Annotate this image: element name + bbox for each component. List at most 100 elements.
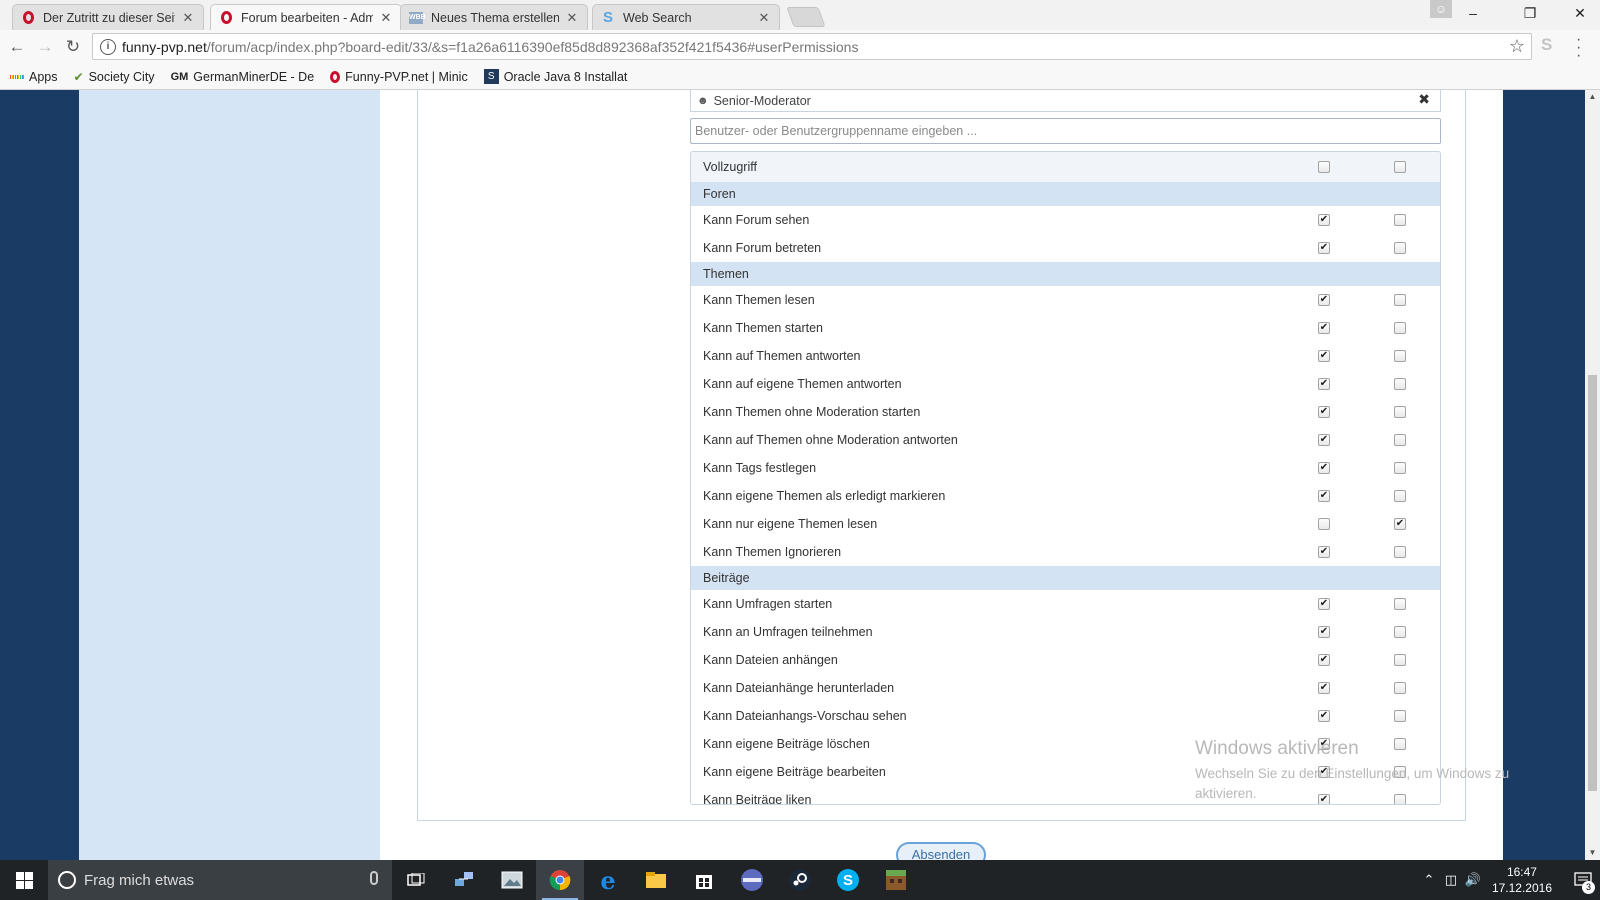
steam-icon[interactable] [776, 860, 824, 900]
chrome-icon[interactable] [536, 860, 584, 900]
action-center-icon[interactable]: 3 [1566, 860, 1600, 900]
permission-deny-checkbox[interactable] [1394, 294, 1406, 306]
permission-deny-checkbox[interactable] [1394, 378, 1406, 390]
browser-tab[interactable]: WBB Neues Thema erstellen - ✕ [400, 4, 588, 30]
reload-icon[interactable]: ↻ [62, 36, 84, 58]
permission-deny-checkbox[interactable] [1394, 766, 1406, 778]
permission-deny-checkbox[interactable] [1394, 350, 1406, 362]
network-app-icon[interactable] [440, 860, 488, 900]
start-button[interactable] [0, 860, 48, 900]
microphone-icon[interactable] [370, 871, 378, 885]
permission-allow-checkbox[interactable]: ✔ [1318, 766, 1330, 778]
media-app-icon[interactable] [728, 860, 776, 900]
scrollbar-thumb[interactable] [1588, 375, 1597, 791]
permission-allow-checkbox[interactable]: ✔ [1318, 598, 1330, 610]
show-hidden-icons-icon[interactable]: ⌃ [1418, 872, 1440, 888]
permission-allow-checkbox[interactable]: ✔ [1318, 322, 1330, 334]
permission-allow-checkbox[interactable]: ✔ [1318, 242, 1330, 254]
cortana-icon [58, 871, 76, 889]
close-tab-icon[interactable]: ✕ [565, 10, 579, 26]
browser-menu-icon[interactable]: · · · [1576, 32, 1581, 64]
permission-allow-checkbox[interactable]: ✔ [1318, 546, 1330, 558]
permission-deny-checkbox[interactable] [1394, 598, 1406, 610]
new-tab-button[interactable] [786, 7, 826, 27]
permission-allow-checkbox[interactable]: ✔ [1318, 654, 1330, 666]
permission-deny-checkbox[interactable] [1394, 738, 1406, 750]
bookmark-society-city[interactable]: ✔ Society City [74, 70, 155, 84]
permission-deny-checkbox[interactable] [1394, 794, 1406, 804]
close-window-button[interactable]: ✕ [1559, 0, 1600, 26]
address-bar[interactable]: i funny-pvp.net/forum/acp/index.php?boar… [92, 33, 1532, 60]
permission-allow-checkbox[interactable]: ✔ [1318, 738, 1330, 750]
permission-deny-checkbox[interactable] [1394, 214, 1406, 226]
remove-group-icon[interactable]: ✖ [1418, 91, 1430, 108]
site-info-icon[interactable]: i [100, 38, 116, 55]
permission-deny-checkbox[interactable] [1394, 682, 1406, 694]
task-view-icon[interactable] [392, 860, 440, 900]
permission-allow-checkbox[interactable]: ✔ [1318, 350, 1330, 362]
permission-label: Kann Themen ohne Moderation starten [703, 405, 921, 419]
bookmark-star-icon[interactable]: ☆ [1509, 36, 1525, 57]
full-access-allow-checkbox[interactable] [1318, 161, 1330, 173]
submit-button[interactable]: Absenden [896, 842, 986, 860]
permission-allow-checkbox[interactable]: ✔ [1318, 214, 1330, 226]
tab-title: Web Search [623, 10, 692, 25]
scroll-up-icon[interactable]: ▲ [1585, 90, 1600, 104]
extension-s-icon[interactable]: S [1541, 35, 1552, 55]
edge-icon[interactable]: e [584, 860, 632, 900]
clock[interactable]: 16:47 17.12.2016 [1492, 864, 1552, 896]
browser-tab[interactable]: Der Zutritt zu dieser Seit ✕ [12, 4, 204, 30]
restore-button[interactable]: ❐ [1509, 0, 1551, 26]
user-group-search-input[interactable] [690, 118, 1441, 144]
permission-deny-checkbox[interactable] [1394, 462, 1406, 474]
file-explorer-icon[interactable] [632, 860, 680, 900]
browser-tab[interactable]: S Web Search ✕ [592, 4, 780, 30]
close-tab-icon[interactable]: ✕ [181, 10, 195, 26]
page-scrollbar[interactable]: ▲ ▼ [1585, 90, 1600, 860]
permission-allow-checkbox[interactable] [1318, 518, 1330, 530]
permission-deny-checkbox[interactable] [1394, 626, 1406, 638]
permission-deny-checkbox[interactable] [1394, 434, 1406, 446]
bookmark-germanminer[interactable]: GM GermanMinerDE - De [171, 70, 315, 84]
bookmark-oracle-java[interactable]: S Oracle Java 8 Installat [483, 69, 627, 84]
profile-icon[interactable]: ☺ [1430, 0, 1452, 18]
bookmark-funny-pvp[interactable]: Funny-PVP.net | Minic [330, 70, 468, 84]
permission-allow-checkbox[interactable]: ✔ [1318, 794, 1330, 804]
volume-icon[interactable]: 🔊 [1462, 872, 1484, 888]
forward-icon[interactable]: → [34, 36, 56, 58]
cortana-search-box[interactable]: Frag mich etwas [48, 860, 392, 900]
close-tab-icon[interactable]: ✕ [757, 10, 771, 26]
photos-icon[interactable] [488, 860, 536, 900]
permission-allow-checkbox[interactable]: ✔ [1318, 378, 1330, 390]
permission-deny-checkbox[interactable]: ✔ [1394, 518, 1406, 530]
store-icon[interactable] [680, 860, 728, 900]
permission-allow-checkbox[interactable]: ✔ [1318, 490, 1330, 502]
permission-deny-checkbox[interactable] [1394, 406, 1406, 418]
permission-allow-checkbox[interactable]: ✔ [1318, 406, 1330, 418]
windows-logo-icon [15, 871, 33, 889]
minimize-button[interactable]: – [1452, 0, 1494, 26]
bookmark-apps[interactable]: Apps [9, 70, 58, 84]
permission-allow-checkbox[interactable]: ✔ [1318, 434, 1330, 446]
permission-deny-checkbox[interactable] [1394, 654, 1406, 666]
permission-allow-checkbox[interactable]: ✔ [1318, 294, 1330, 306]
skype-icon[interactable]: S [824, 860, 872, 900]
browser-tab[interactable]: Forum bearbeiten - Adm ✕ [210, 4, 402, 30]
back-icon[interactable]: ← [6, 36, 28, 58]
permission-deny-checkbox[interactable] [1394, 322, 1406, 334]
permission-deny-checkbox[interactable] [1394, 546, 1406, 558]
permission-allow-checkbox[interactable]: ✔ [1318, 682, 1330, 694]
tab-title: Forum bearbeiten - Adm [241, 10, 373, 25]
permission-deny-checkbox[interactable] [1394, 242, 1406, 254]
selected-group-row[interactable]: ☻ Senior-Moderator ✖ [690, 90, 1441, 112]
full-access-deny-checkbox[interactable] [1394, 161, 1406, 173]
permission-deny-checkbox[interactable] [1394, 710, 1406, 722]
close-tab-icon[interactable]: ✕ [379, 10, 393, 26]
network-icon[interactable]: ◫ [1440, 872, 1462, 888]
minecraft-icon[interactable] [872, 860, 920, 900]
permission-allow-checkbox[interactable]: ✔ [1318, 626, 1330, 638]
permission-allow-checkbox[interactable]: ✔ [1318, 710, 1330, 722]
permission-deny-checkbox[interactable] [1394, 490, 1406, 502]
permission-allow-checkbox[interactable]: ✔ [1318, 462, 1330, 474]
scroll-down-icon[interactable]: ▼ [1585, 846, 1600, 860]
